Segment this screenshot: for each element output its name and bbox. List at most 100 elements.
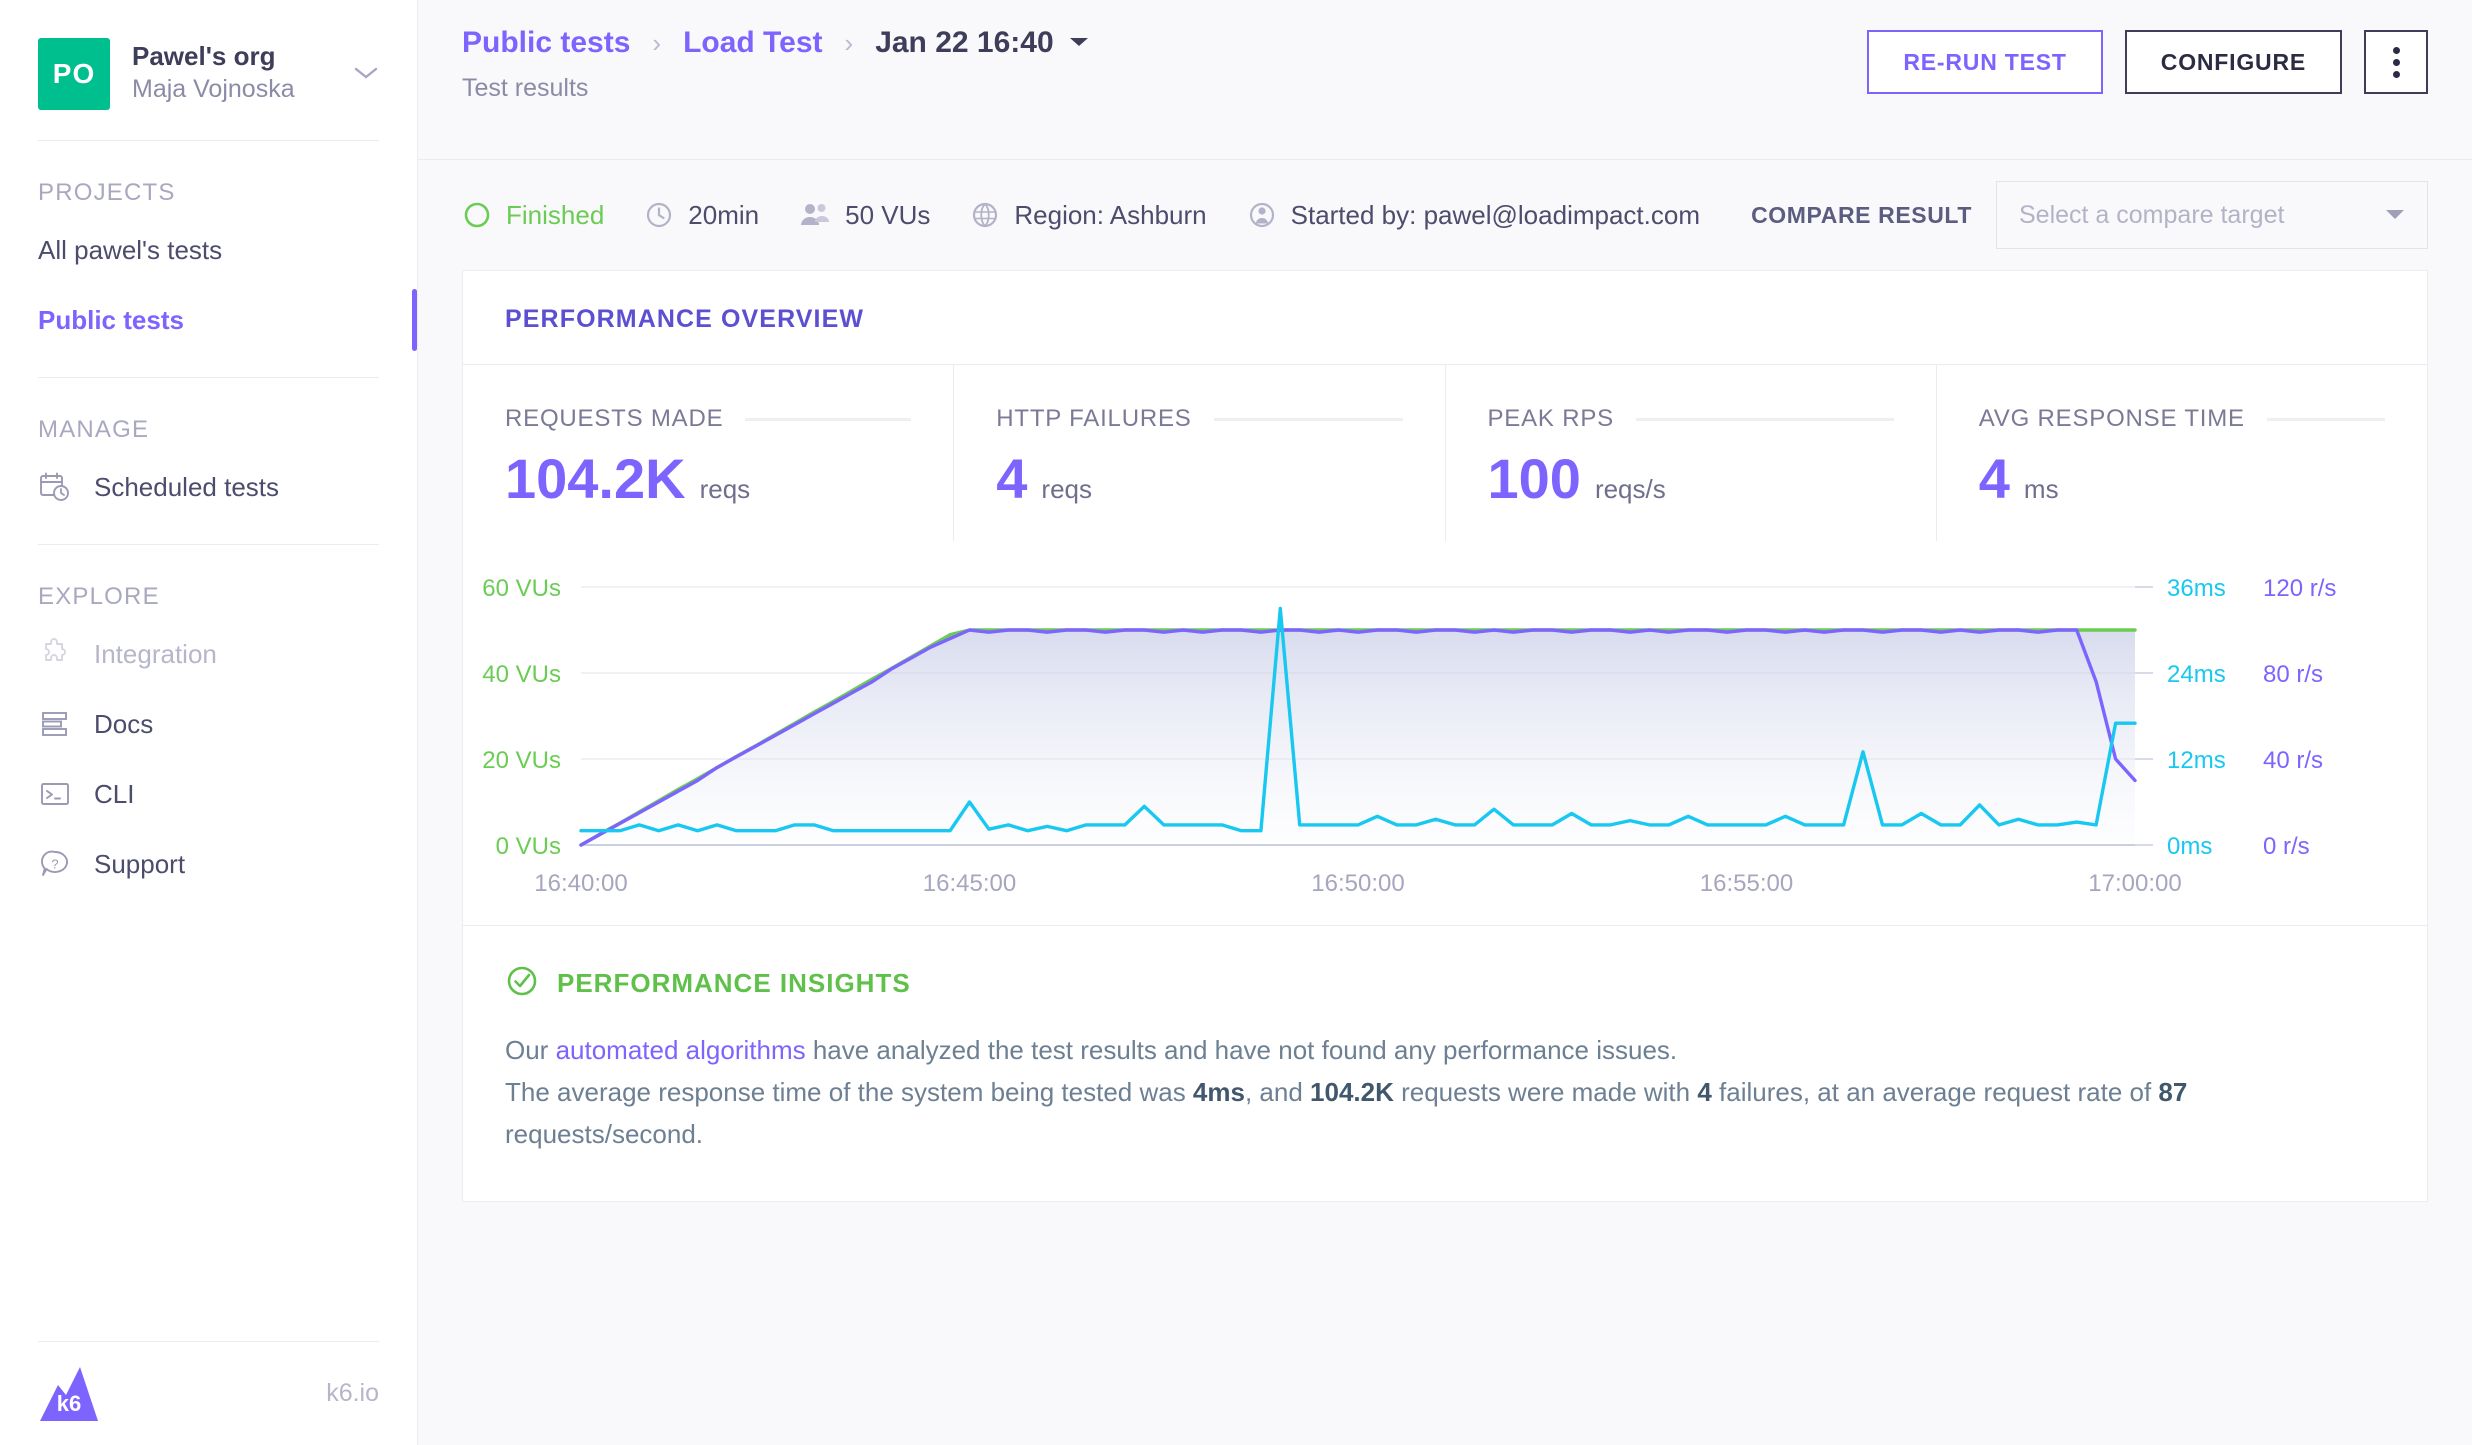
sidebar-section-manage: MANAGE Scheduled tests [0, 378, 417, 522]
org-name: Pawel's org [132, 42, 347, 72]
metric-value: 100 [1488, 451, 1581, 507]
status-item-duration: 20min [644, 200, 759, 231]
section-label-projects: PROJECTS [38, 179, 379, 207]
compare-result-label: COMPARE RESULT [1751, 202, 1972, 229]
section-label-manage: MANAGE [38, 416, 379, 444]
org-switcher[interactable]: PO Pawel's org Maja Vojnoska [0, 0, 417, 118]
status-bar: Finished 20min [418, 160, 2472, 270]
y-axis-rs-tick: 0 r/s [2263, 833, 2310, 860]
chart-svg: 60 VUs36ms120 r/s40 VUs24ms80 r/s20 VUs1… [463, 575, 2353, 920]
y-axis-ms-tick: 12ms [2167, 747, 2226, 774]
metric-unit: reqs/s [1595, 474, 1666, 505]
metric-value-row: 100 reqs/s [1488, 451, 1894, 507]
y-axis-left-tick: 0 VUs [496, 833, 561, 860]
breadcrumb-wrap: Public tests › Load Test › Jan 22 16:40 … [462, 26, 1867, 103]
sidebar-item-public-tests[interactable]: Public tests [38, 285, 379, 355]
metric-value-row: 4 reqs [996, 451, 1402, 507]
breadcrumb-item-load-test[interactable]: Load Test [683, 26, 822, 60]
insights-line1-part1: Our [505, 1035, 556, 1065]
chart-canvas: 60 VUs36ms120 r/s40 VUs24ms80 r/s20 VUs1… [463, 575, 2427, 925]
insights-line2-part3: requests were made with [1394, 1077, 1697, 1107]
kebab-dot [2393, 47, 2400, 54]
clock-icon [644, 200, 674, 230]
status-item-finished: Finished [462, 200, 604, 231]
sidebar-item-label: Docs [94, 709, 153, 740]
x-axis-tick: 16:55:00 [1700, 870, 1793, 897]
metric-value-row: 104.2K reqs [505, 451, 911, 507]
breadcrumb-separator: › [652, 28, 661, 59]
metrics-row: REQUESTS MADE 104.2K reqs HTTP FAILURES … [463, 365, 2427, 541]
y-axis-left-tick: 40 VUs [482, 661, 561, 688]
breadcrumb-item-public-tests[interactable]: Public tests [462, 26, 630, 60]
metric-requests-made: REQUESTS MADE 104.2K reqs [463, 365, 954, 541]
card-title: PERFORMANCE OVERVIEW [463, 271, 2427, 365]
breadcrumb-separator: › [845, 28, 854, 59]
metric-unit: reqs [700, 474, 751, 505]
k6-site-link[interactable]: k6.io [326, 1379, 379, 1408]
main-content: Public tests › Load Test › Jan 22 16:40 … [418, 0, 2472, 1445]
insights-line-2: The average response time of the system … [505, 1071, 2385, 1155]
insights-line-1: Our automated algorithms have analyzed t… [505, 1029, 2385, 1071]
k6-logo[interactable]: k6 [38, 1365, 100, 1423]
more-vertical-icon[interactable] [2364, 30, 2428, 94]
y-axis-rs-tick: 40 r/s [2263, 747, 2323, 774]
insights-line2-part4: failures, at an average request rate of [1712, 1077, 2159, 1107]
help-bubble-icon: ? [38, 847, 72, 881]
metric-value: 104.2K [505, 451, 686, 507]
insights-line1-part2: have analyzed the test results and have … [806, 1035, 1678, 1065]
insights-failures: 4 [1697, 1077, 1711, 1107]
performance-chart[interactable]: 60 VUs36ms120 r/s40 VUs24ms80 r/s20 VUs1… [463, 541, 2427, 925]
circle-outline-icon [462, 200, 492, 230]
terminal-icon [38, 777, 72, 811]
automated-algorithms-link[interactable]: automated algorithms [556, 1035, 806, 1065]
compare-target-placeholder: Select a compare target [2019, 201, 2284, 230]
kebab-dot [2393, 59, 2400, 66]
topbar-actions: RE-RUN TEST CONFIGURE [1867, 26, 2428, 94]
x-axis-tick: 17:00:00 [2088, 870, 2181, 897]
compare-target-select[interactable]: Select a compare target [1996, 181, 2428, 249]
caret-down-icon [2385, 205, 2405, 226]
y-axis-left-tick: 60 VUs [482, 575, 561, 602]
sidebar-item-integration[interactable]: Integration [38, 619, 379, 689]
metric-rule [1636, 418, 1894, 421]
y-axis-ms-tick: 24ms [2167, 661, 2226, 688]
rerun-test-button[interactable]: RE-RUN TEST [1867, 30, 2102, 94]
sidebar-item-all-pawels-tests[interactable]: All pawel's tests [38, 215, 379, 285]
status-vus: 50 VUs [845, 200, 930, 231]
metric-value: 4 [1979, 451, 2010, 507]
configure-button[interactable]: CONFIGURE [2125, 30, 2342, 94]
sidebar-item-docs[interactable]: Docs [38, 689, 379, 759]
metric-peak-rps: PEAK RPS 100 reqs/s [1446, 365, 1937, 541]
globe-icon [970, 200, 1000, 230]
insights-header: PERFORMANCE INSIGHTS [505, 964, 2385, 1003]
sidebar: PO Pawel's org Maja Vojnoska PROJECTS Al… [0, 0, 418, 1445]
y-axis-left-tick: 20 VUs [482, 747, 561, 774]
calendar-clock-icon [38, 470, 72, 504]
section-label-explore: EXPLORE [38, 583, 379, 611]
status-item-started-by: Started by: pawel@loadimpact.com [1247, 200, 1700, 231]
x-axis-tick: 16:40:00 [534, 870, 627, 897]
active-indicator [412, 289, 417, 351]
caret-down-icon[interactable] [1068, 33, 1090, 54]
sidebar-section-explore: EXPLORE Integration Docs [0, 545, 417, 899]
performance-overview-card: PERFORMANCE OVERVIEW REQUESTS MADE 104.2… [462, 270, 2428, 1202]
sidebar-item-cli[interactable]: CLI [38, 759, 379, 829]
sidebar-item-support[interactable]: ? Support [38, 829, 379, 899]
status-item-region: Region: Ashburn [970, 200, 1206, 231]
sidebar-item-label: CLI [94, 779, 134, 810]
sidebar-item-label: Support [94, 849, 185, 880]
metric-head: AVG RESPONSE TIME [1979, 405, 2385, 433]
chevron-down-icon[interactable] [347, 61, 379, 87]
insights-body: Our automated algorithms have analyzed t… [505, 1029, 2385, 1155]
compare-result-group: COMPARE RESULT Select a compare target [1751, 181, 2428, 249]
metric-rule [2267, 418, 2385, 421]
status-badge: Finished [506, 200, 604, 231]
metric-value-row: 4 ms [1979, 451, 2385, 507]
y-axis-rs-tick: 80 r/s [2263, 661, 2323, 688]
org-avatar: PO [38, 38, 110, 110]
sidebar-item-scheduled-tests[interactable]: Scheduled tests [38, 452, 379, 522]
org-user-name: Maja Vojnoska [132, 74, 347, 105]
chart-area-fill [581, 630, 2135, 845]
k6-logo-text: k6 [38, 1391, 100, 1417]
kebab-dot [2393, 71, 2400, 78]
